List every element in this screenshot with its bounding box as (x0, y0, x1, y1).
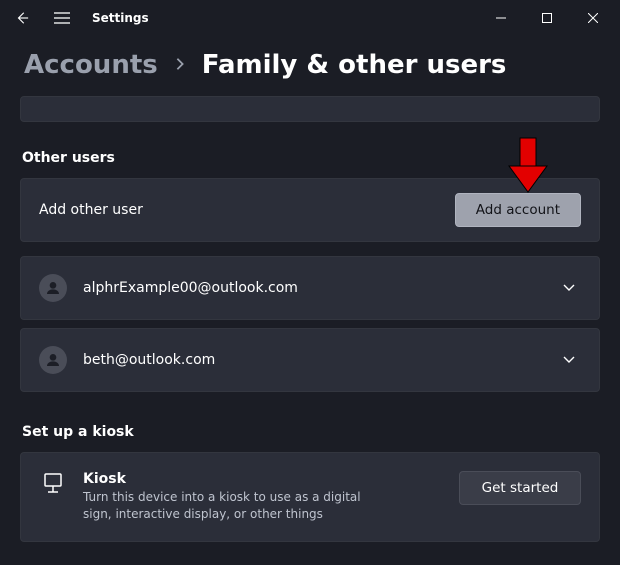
back-button[interactable] (4, 0, 40, 36)
user-email: alphrExample00@outlook.com (83, 280, 298, 296)
collapsed-card[interactable] (20, 96, 600, 122)
titlebar: Settings (0, 0, 620, 36)
section-label-kiosk: Set up a kiosk (22, 424, 600, 440)
maximize-button[interactable] (524, 0, 570, 36)
user-row[interactable]: alphrExample00@outlook.com (20, 256, 600, 320)
add-other-user-label: Add other user (39, 202, 143, 218)
kiosk-title: Kiosk (83, 471, 393, 487)
window-title: Settings (92, 11, 149, 25)
section-label-other-users: Other users (22, 150, 600, 166)
breadcrumb: Accounts Family & other users (0, 36, 620, 96)
user-avatar-icon (39, 274, 67, 302)
add-other-user-row: Add other user Add account (20, 178, 600, 242)
user-row[interactable]: beth@outlook.com (20, 328, 600, 392)
kiosk-row: Kiosk Turn this device into a kiosk to u… (20, 452, 600, 542)
kiosk-description: Turn this device into a kiosk to use as … (83, 489, 393, 523)
chevron-right-icon (174, 55, 186, 76)
kiosk-icon (39, 471, 67, 495)
menu-button[interactable] (44, 0, 80, 36)
breadcrumb-parent[interactable]: Accounts (24, 50, 158, 80)
user-email: beth@outlook.com (83, 352, 215, 368)
chevron-down-icon (557, 355, 581, 365)
add-account-button[interactable]: Add account (455, 193, 581, 227)
close-button[interactable] (570, 0, 616, 36)
chevron-down-icon (557, 283, 581, 293)
minimize-button[interactable] (478, 0, 524, 36)
user-avatar-icon (39, 346, 67, 374)
breadcrumb-current: Family & other users (202, 50, 507, 80)
get-started-button[interactable]: Get started (459, 471, 581, 505)
